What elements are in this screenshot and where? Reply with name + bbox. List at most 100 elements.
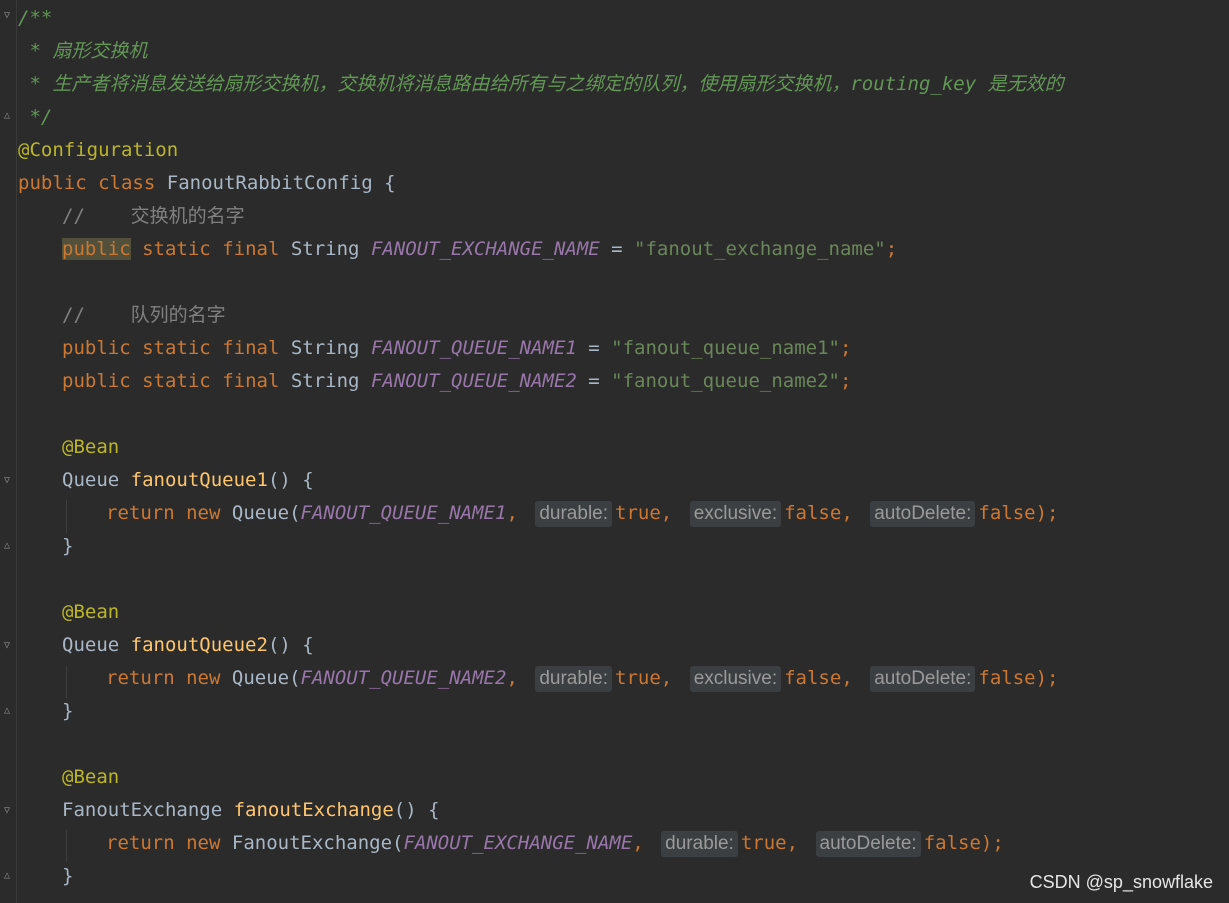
keyword: public	[62, 370, 131, 392]
keyword: new	[186, 667, 221, 689]
parens: ()	[267, 469, 303, 491]
brace: {	[428, 799, 440, 821]
string-literal: "fanout_queue_name2"	[611, 370, 840, 392]
method-name: fanoutExchange	[233, 799, 394, 821]
comma: ,	[841, 667, 853, 689]
watermark: CSDN @sp_snowflake	[1029, 872, 1213, 892]
boolean-literal: false	[978, 502, 1036, 524]
indent-guide	[66, 500, 67, 533]
brace: {	[384, 172, 396, 194]
method-name: fanoutQueue1	[130, 469, 268, 491]
comma: ,	[506, 502, 518, 524]
constant-name: FANOUT_EXCHANGE_NAME	[403, 832, 633, 854]
param-hint-durable: durable:	[535, 666, 613, 692]
keyword: class	[98, 172, 156, 194]
method-declaration: FanoutExchange fanoutExchange() {	[62, 794, 440, 827]
type-name: Queue	[231, 667, 290, 689]
call-close: );	[1035, 502, 1059, 524]
annotation-bean: @Bean	[62, 766, 120, 788]
return-type: FanoutExchange	[62, 799, 223, 821]
method-name: fanoutQueue2	[130, 634, 268, 656]
constant-name: FANOUT_EXCHANGE_NAME	[370, 238, 600, 260]
return-statement: return new Queue(FANOUT_QUEUE_NAME1, dur…	[106, 497, 1059, 530]
annotation-bean: @Bean	[62, 601, 120, 623]
comma: ,	[660, 502, 673, 524]
fold-icon[interactable]: ▽	[1, 640, 13, 652]
call-close: );	[1035, 667, 1059, 689]
paren: (	[289, 502, 301, 524]
brace: }	[62, 865, 74, 887]
operator: =	[576, 337, 612, 359]
doc-comment-close: */	[18, 106, 53, 128]
comma: ,	[841, 502, 853, 524]
param-hint-exclusive: exclusive:	[689, 501, 782, 527]
fold-icon[interactable]: ▽	[1, 805, 13, 817]
string-literal: "fanout_exchange_name"	[634, 238, 886, 260]
boolean-literal: false	[978, 667, 1036, 689]
keyword: final	[222, 238, 280, 260]
semicolon: ;	[839, 337, 852, 359]
fold-end-icon[interactable]: △	[1, 540, 13, 552]
keyword: static	[142, 238, 211, 260]
keyword: static	[142, 370, 211, 392]
boolean-literal: false	[784, 667, 842, 689]
return-type: Queue	[62, 469, 120, 491]
line-comment: // 队列的名字	[62, 304, 226, 326]
class-declaration: public class FanoutRabbitConfig {	[18, 167, 396, 200]
fold-end-icon[interactable]: △	[1, 110, 13, 122]
comma: ,	[660, 667, 673, 689]
doc-comment-line: * 生产者将消息发送给扇形交换机，交换机将消息路由给所有与之绑定的队列，使用扇形…	[18, 73, 1064, 95]
string-literal: "fanout_queue_name1"	[611, 337, 840, 359]
type-name: String	[290, 337, 360, 359]
annotation-configuration: @Configuration	[18, 139, 179, 161]
boolean-literal: false	[923, 832, 981, 854]
keyword: public	[62, 337, 131, 359]
fold-icon[interactable]: ▽	[1, 475, 13, 487]
doc-comment-line: * 扇形交换机	[18, 40, 148, 62]
field-declaration: public static final String FANOUT_QUEUE_…	[62, 332, 851, 365]
boolean-literal: true	[615, 502, 661, 524]
indent-guide	[66, 665, 67, 698]
fold-end-icon[interactable]: △	[1, 705, 13, 717]
keyword: public	[18, 172, 87, 194]
class-name: FanoutRabbitConfig	[166, 172, 373, 194]
boolean-literal: true	[740, 832, 787, 854]
comma: ,	[632, 832, 644, 854]
constant-name: FANOUT_QUEUE_NAME2	[370, 370, 577, 392]
brace: }	[62, 700, 74, 722]
operator: =	[576, 370, 612, 392]
keyword: static	[142, 337, 211, 359]
semicolon: ;	[885, 238, 898, 260]
semicolon: ;	[839, 370, 852, 392]
type-name: Queue	[231, 502, 290, 524]
param-hint-autodelete: autoDelete:	[815, 831, 921, 857]
constant-name: FANOUT_QUEUE_NAME1	[300, 502, 507, 524]
method-declaration: Queue fanoutQueue2() {	[62, 629, 314, 662]
method-declaration: Queue fanoutQueue1() {	[62, 464, 314, 497]
brace: {	[302, 469, 314, 491]
operator: =	[599, 238, 635, 260]
return-statement: return new Queue(FANOUT_QUEUE_NAME2, dur…	[106, 662, 1059, 695]
code-editor[interactable]: /** * 扇形交换机 * 生产者将消息发送给扇形交换机，交换机将消息路由给所有…	[18, 0, 1229, 903]
param-hint-durable: durable:	[661, 831, 738, 857]
doc-comment-open: /**	[18, 7, 53, 29]
paren: (	[289, 667, 301, 689]
paren: (	[392, 832, 404, 854]
parens: ()	[267, 634, 303, 656]
fold-icon[interactable]: ▽	[1, 10, 13, 22]
indent-guide	[66, 830, 67, 863]
keyword: return	[106, 832, 175, 854]
keyword: return	[106, 502, 175, 524]
brace: }	[62, 535, 74, 557]
param-hint-autodelete: autoDelete:	[870, 501, 976, 527]
type-name: String	[290, 238, 360, 260]
param-hint-durable: durable:	[535, 501, 613, 527]
boolean-literal: false	[784, 502, 842, 524]
boolean-literal: true	[615, 667, 661, 689]
line-comment: // 交换机的名字	[62, 205, 245, 227]
keyword: new	[186, 502, 221, 524]
param-hint-autodelete: autoDelete:	[870, 666, 976, 692]
fold-end-icon[interactable]: △	[1, 870, 13, 882]
type-name: FanoutExchange	[231, 832, 393, 854]
constant-name: FANOUT_QUEUE_NAME1	[370, 337, 577, 359]
